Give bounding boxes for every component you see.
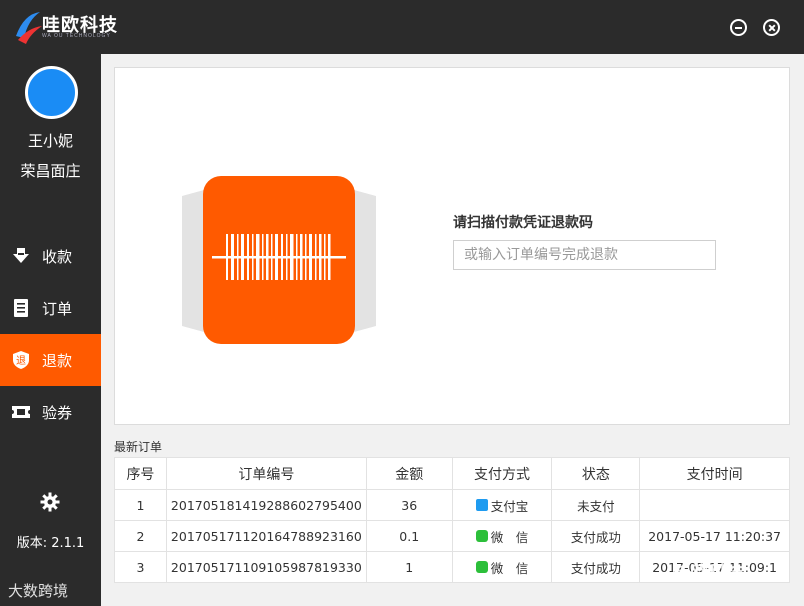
app-logo: 哇欧科技 WA OU TECHNOLOGY <box>14 6 124 46</box>
order-amount: 36 <box>365 489 453 521</box>
sidebar: 王小妮 荣昌面庄 收款 订单 退 退款 验券 版本: 2.1.1 <box>0 54 101 606</box>
order-number-input[interactable] <box>453 240 716 270</box>
order-index: 1 <box>114 489 167 521</box>
sidebar-item-receive[interactable]: 收款 <box>0 230 101 282</box>
watermark-left: 大数跨境 <box>8 582 69 600</box>
order-number: 20170517110910598781933​0 <box>165 551 367 583</box>
logo-swoosh-icon <box>16 12 42 44</box>
order-status: 支付成功 <box>551 520 641 552</box>
payment-method-label: 支付宝 <box>490 498 529 514</box>
barcode-scanner-icon <box>182 176 376 344</box>
version-prefix: 版本: <box>16 536 48 551</box>
order-amount: 0.1 <box>365 520 453 552</box>
main-content: 请扫描付款凭证退款码 最新订单 序号 订单编号 金额 支付方式 状态 支付时间 … <box>101 54 804 606</box>
wechat-icon <box>475 530 488 542</box>
column-header: 支付方式 <box>451 457 553 490</box>
order-status: 支付成功 <box>551 551 641 583</box>
refund-icon: 退 <box>11 350 31 370</box>
settings-button[interactable] <box>40 492 60 512</box>
sidebar-item-label: 退款 <box>42 351 73 370</box>
svg-text:退: 退 <box>16 355 26 367</box>
payment-method: 支付宝 <box>451 489 553 521</box>
logo-subtext: WA OU TECHNOLOGY <box>42 33 111 39</box>
order-amount: 1 <box>365 551 453 583</box>
order-number: 20170517112016478892316​0 <box>165 520 367 552</box>
column-header: 支付时间 <box>639 457 790 490</box>
sidebar-item-orders[interactable]: 订单 <box>0 282 101 334</box>
column-header: 状态 <box>551 457 641 490</box>
order-number: 20170518141928860279540​0 <box>165 489 367 521</box>
wechat-icon <box>475 561 488 573</box>
payment-time: 2017-05-17 11:20:37 <box>639 520 790 552</box>
refund-scan-panel: 请扫描付款凭证退款码 <box>114 67 790 425</box>
sidebar-item-coupon[interactable]: 验券 <box>0 386 101 438</box>
close-button[interactable] <box>763 19 780 36</box>
minimize-button[interactable] <box>730 19 747 36</box>
title-bar: 哇欧科技 WA OU TECHNOLOGY <box>0 0 804 54</box>
payment-method-label: 微 信 <box>490 560 529 576</box>
payment-method-label: 微 信 <box>490 529 529 545</box>
column-header: 金额 <box>365 457 453 490</box>
version-label: 版本: 2.1.1 <box>0 532 101 551</box>
order-index: 2 <box>114 520 167 552</box>
gear-icon <box>40 492 60 512</box>
order-status: 未支付 <box>551 489 641 521</box>
payment-method: 微 信 <box>451 551 553 583</box>
avatar[interactable] <box>25 66 78 119</box>
payment-method: 微 信 <box>451 520 553 552</box>
column-header: 序号 <box>114 457 167 490</box>
user-name: 王小妮 <box>27 132 73 150</box>
watermark-right: 哇欧科技 <box>672 563 744 584</box>
ticket-icon <box>11 402 31 422</box>
scanner-illustration <box>182 176 376 346</box>
version-value: 2.1.1 <box>51 536 85 551</box>
payment-time <box>639 489 790 521</box>
table-row[interactable]: 2 20170517112016478892316​0 0.1 微 信 支付成功… <box>114 520 790 552</box>
alipay-icon <box>475 499 488 511</box>
table-row[interactable]: 1 20170518141928860279540​0 36 支付宝 未支付 <box>114 489 790 521</box>
sidebar-item-label: 验券 <box>42 403 73 422</box>
recent-orders-title: 最新订单 <box>114 440 163 454</box>
sidebar-item-label: 收款 <box>42 247 73 266</box>
store-name: 荣昌面庄 <box>20 162 81 180</box>
column-header: 订单编号 <box>165 457 367 490</box>
sidebar-item-refund[interactable]: 退 退款 <box>0 334 101 386</box>
sidebar-item-label: 订单 <box>42 299 73 318</box>
document-icon <box>11 298 31 318</box>
table-header-row: 序号 订单编号 金额 支付方式 状态 支付时间 <box>114 457 790 490</box>
scan-prompt: 请扫描付款凭证退款码 <box>453 215 593 231</box>
download-icon <box>11 246 31 266</box>
order-index: 3 <box>114 551 167 583</box>
